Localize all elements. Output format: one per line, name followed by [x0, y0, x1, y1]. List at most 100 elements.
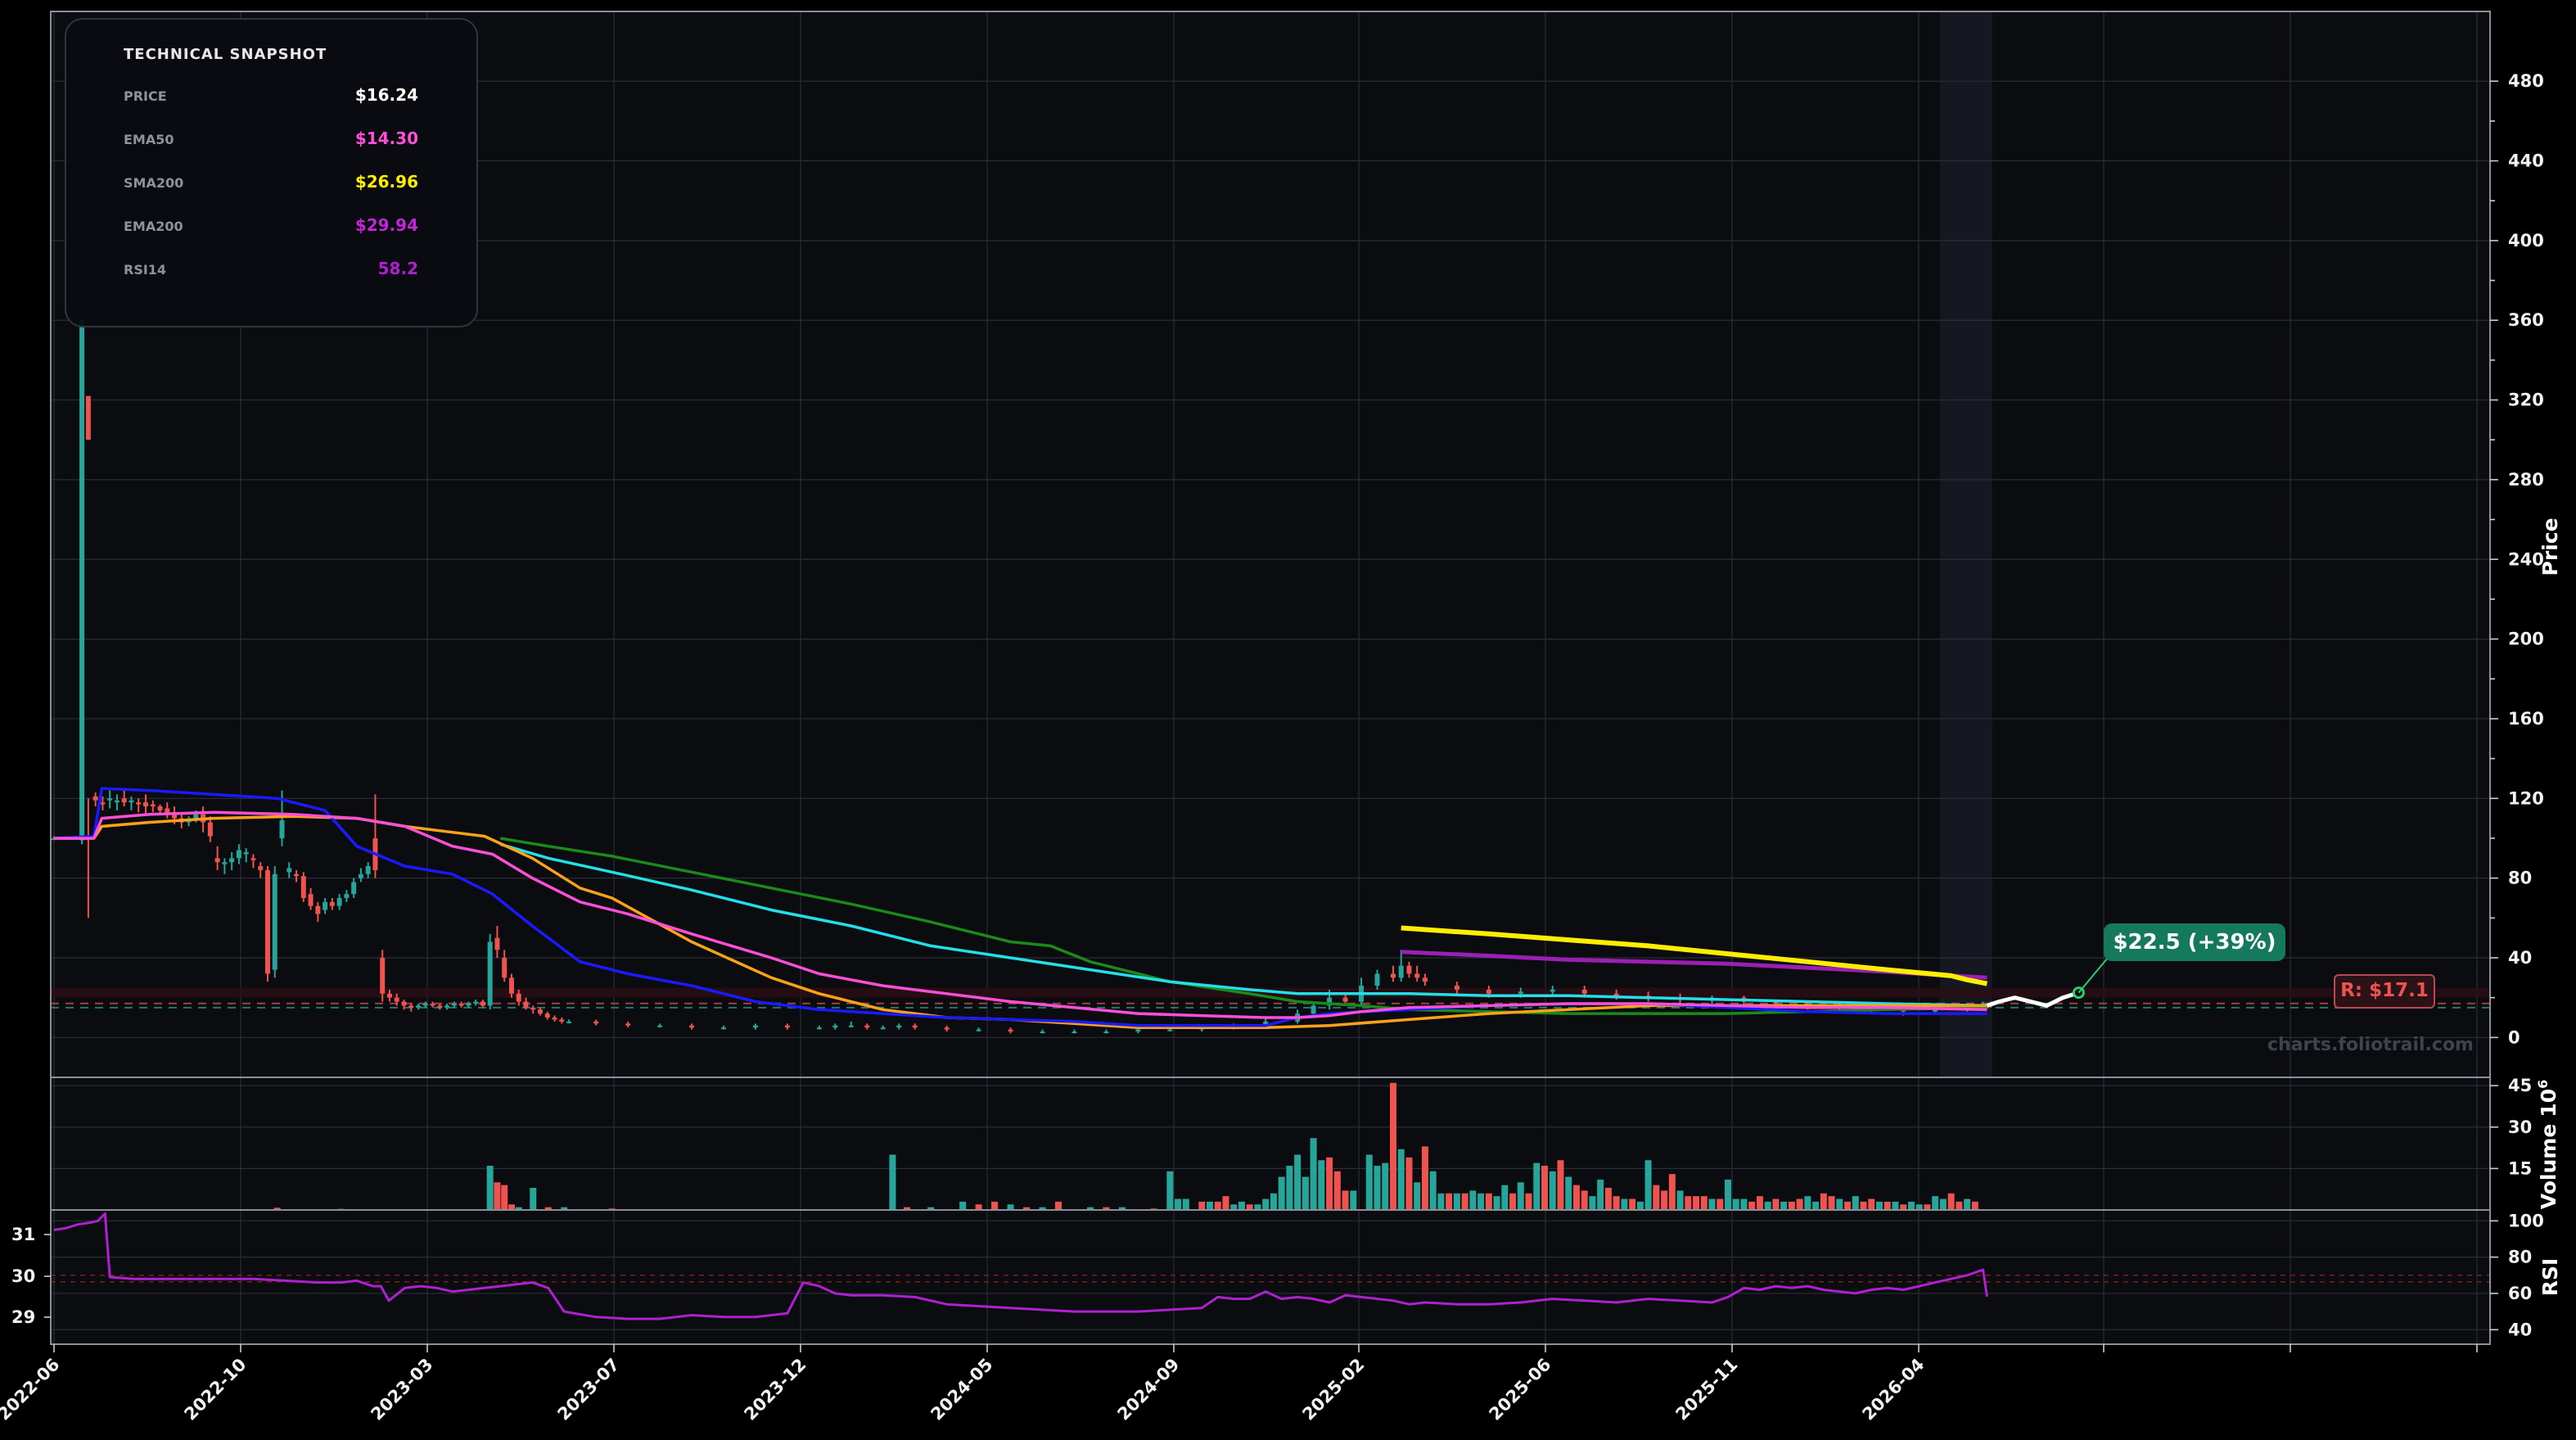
- volume-bar: [1166, 1171, 1174, 1210]
- volume-bar: [1286, 1166, 1293, 1210]
- candle-body: [150, 804, 156, 807]
- candle-body: [129, 800, 134, 803]
- volume-bar: [1469, 1190, 1477, 1210]
- volume-bar: [1254, 1204, 1261, 1210]
- candle-body: [315, 905, 321, 914]
- volume-bar: [1748, 1201, 1756, 1210]
- technical-snapshot-panel: TECHNICAL SNAPSHOT PRICE $16.24 EMA50 $1…: [65, 18, 478, 327]
- candle-body: [552, 1017, 557, 1020]
- volume-bar: [1405, 1157, 1413, 1210]
- volume-bar: [1493, 1196, 1500, 1210]
- candle-body: [689, 1025, 695, 1028]
- price-tick-label: 80: [2508, 869, 2532, 888]
- candle-body: [294, 873, 300, 877]
- candle-body: [286, 868, 292, 873]
- snapshot-value: $29.94: [354, 215, 418, 235]
- volume-bar: [1932, 1196, 1939, 1210]
- candle-body: [380, 957, 386, 994]
- volume-bar: [1604, 1188, 1612, 1210]
- candle-body: [912, 1025, 918, 1028]
- snapshot-value: 58.2: [377, 259, 418, 278]
- volume-bar: [1947, 1193, 1955, 1210]
- candle-body: [193, 814, 199, 819]
- volume-bar: [1971, 1201, 1978, 1210]
- candle-body: [214, 858, 220, 863]
- volume-bar: [1661, 1190, 1668, 1210]
- forecast-shade: [1940, 11, 1992, 1077]
- volume-bar: [1796, 1198, 1803, 1210]
- candle-body: [944, 1027, 950, 1030]
- volume-bar: [1365, 1154, 1373, 1210]
- volume-bar: [959, 1201, 967, 1210]
- candle-body: [422, 1003, 428, 1006]
- snapshot-title: TECHNICAL SNAPSHOT: [124, 46, 327, 63]
- volume-bar: [1326, 1157, 1333, 1210]
- volume-axis-title: Volume106: [2535, 1080, 2560, 1209]
- volume-tick-label: 15: [2508, 1158, 2532, 1178]
- candle-body: [272, 873, 277, 970]
- candle-body: [816, 1027, 822, 1030]
- volume-bar: [1629, 1198, 1636, 1210]
- volume-bar: [1557, 1160, 1564, 1210]
- volume-bar: [1342, 1190, 1349, 1210]
- candle-body: [365, 866, 371, 874]
- candle-body: [300, 876, 306, 898]
- volume-bar: [1892, 1201, 1899, 1210]
- snapshot-value: $26.96: [354, 172, 418, 192]
- volume-bar: [1214, 1201, 1221, 1210]
- volume-bar: [1740, 1198, 1748, 1210]
- candle-body: [394, 997, 399, 1002]
- volume-bar: [1772, 1198, 1780, 1210]
- candle-body: [1374, 973, 1380, 986]
- volume-bar: [1572, 1185, 1580, 1210]
- volume-bar: [1318, 1160, 1325, 1210]
- price-tick-label: 400: [2508, 231, 2544, 251]
- volume-bar: [1389, 1082, 1396, 1210]
- candle-body: [229, 858, 235, 863]
- volume-bar: [1939, 1198, 1947, 1210]
- volume-bar: [1509, 1193, 1517, 1210]
- volume-bar: [1653, 1185, 1660, 1210]
- candle-body: [1040, 1031, 1045, 1034]
- price-tick-label: 120: [2508, 788, 2544, 808]
- candle-body: [358, 873, 363, 878]
- candle-body: [386, 993, 392, 998]
- candle-body: [508, 977, 514, 994]
- candle-body: [1613, 993, 1619, 996]
- volume-bar: [1485, 1193, 1492, 1210]
- candle-body: [351, 882, 357, 895]
- candle-body: [136, 802, 142, 805]
- volume-bar: [1517, 1182, 1524, 1210]
- price-tick-label: 40: [2508, 948, 2532, 968]
- rsi-tick-label: 80: [2508, 1248, 2532, 1267]
- volume-bar: [975, 1204, 982, 1210]
- snapshot-label: PRICE: [124, 88, 167, 104]
- volume-bar: [991, 1201, 999, 1210]
- resistance-badge: R: $17.1: [2334, 974, 2435, 1009]
- volume-bar: [1924, 1204, 1931, 1210]
- volume-bar: [1262, 1198, 1270, 1210]
- price-tick-label: 200: [2508, 630, 2544, 649]
- price-tick-label: 0: [2508, 1027, 2520, 1047]
- rsi-panel: [51, 1210, 2490, 1344]
- price-tick-label: 320: [2508, 390, 2544, 410]
- volume-bar: [486, 1166, 494, 1210]
- volume-bar: [1732, 1198, 1739, 1210]
- volume-tick-label: 30: [2508, 1117, 2532, 1137]
- candle-body: [85, 395, 91, 440]
- candle-body: [458, 1003, 464, 1006]
- volume-axis-title-text: Volume: [2537, 1124, 2560, 1210]
- candle-body: [1311, 1005, 1316, 1014]
- volume-bar: [1828, 1196, 1835, 1210]
- candle-body: [1008, 1029, 1013, 1032]
- volume-bar: [1780, 1201, 1788, 1210]
- volume-bar: [1397, 1149, 1405, 1210]
- candle-body: [544, 1013, 550, 1018]
- candle-body: [466, 1003, 471, 1006]
- candle-body: [157, 806, 163, 810]
- volume-bar: [1549, 1171, 1556, 1210]
- candle-body: [976, 1029, 981, 1031]
- candle-body: [250, 858, 256, 860]
- volume-bar: [889, 1154, 896, 1210]
- volume-bar: [1581, 1190, 1588, 1210]
